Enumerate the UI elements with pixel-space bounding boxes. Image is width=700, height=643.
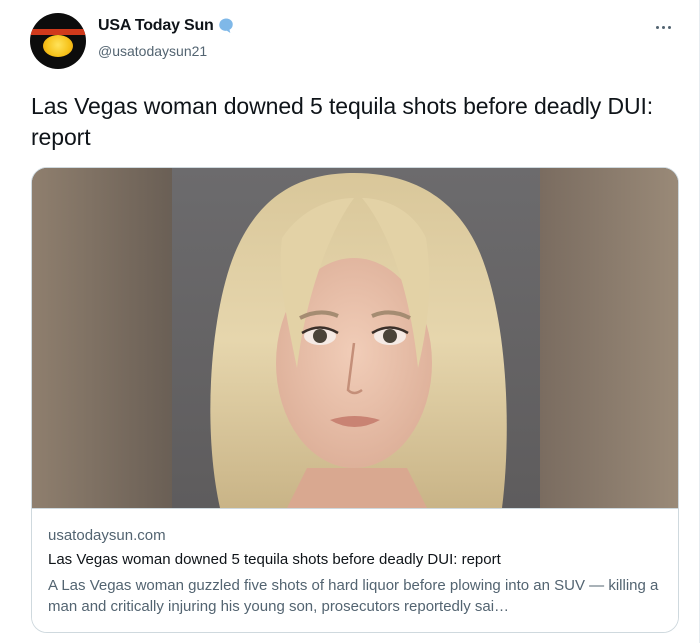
sun-logo-icon [43,35,73,57]
tweet[interactable]: USA Today Sun @usatodaysun21 Las Vegas w… [0,0,700,643]
mugshot-photo [32,168,678,508]
author-handle[interactable]: @usatodaysun21 [98,43,207,59]
link-card[interactable]: usatodaysun.com Las Vegas woman downed 5… [31,167,679,633]
link-card-title: Las Vegas woman downed 5 tequila shots b… [48,551,501,568]
link-card-description: A Las Vegas woman guzzled five shots of … [48,577,659,615]
tweet-text: Las Vegas woman downed 5 tequila shots b… [31,93,654,150]
author-name-row[interactable]: USA Today Sun [98,17,235,35]
avatar[interactable] [30,13,86,69]
verified-badge-icon [217,17,235,35]
more-horizontal-icon[interactable] [652,22,674,32]
author-display-name[interactable]: USA Today Sun [98,17,214,35]
link-card-meta[interactable]: usatodaysun.com Las Vegas woman downed 5… [32,508,678,632]
link-card-domain: usatodaysun.com [48,527,166,544]
card-image-mugshot[interactable] [32,168,678,508]
